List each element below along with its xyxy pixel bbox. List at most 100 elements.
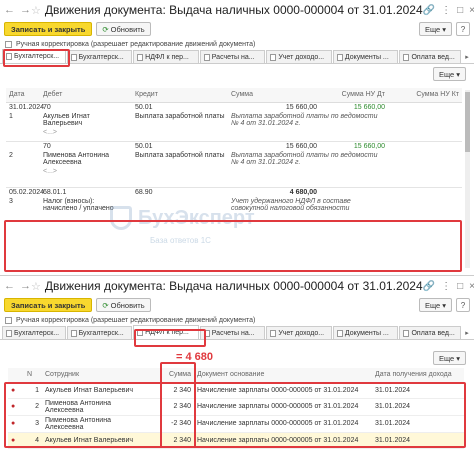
row-nu-kt [388, 101, 462, 112]
row-date: 31.01.2024 [6, 101, 44, 112]
tab-accounting-1[interactable]: Бухгалтерск... [2, 49, 66, 63]
toolbar: Записать и закрыть ⟳ Обновить Еще ▾ ? [0, 296, 474, 314]
tab-ndfl-transfer[interactable]: НДФЛ к пер... [133, 50, 199, 63]
empty-cell [388, 197, 462, 213]
col-sum-nu-kt[interactable]: Сумма НУ Кт [388, 88, 462, 103]
scrollbar-thumb[interactable] [465, 92, 470, 152]
tab-accounting-1[interactable]: Бухгалтерск... [2, 326, 66, 339]
row-debit: 70 [40, 141, 132, 151]
col-income-date[interactable]: Дата получения дохода [372, 368, 464, 383]
tab-documents[interactable]: Документы ... [332, 50, 399, 63]
col-marker [8, 368, 24, 383]
empty-cell [388, 151, 462, 167]
row-debit-sub: Пименова Антонина Алексеевна [43, 152, 109, 166]
row-nu-dt: 15 660,00 [320, 101, 388, 112]
col-credit[interactable]: Кредит [132, 88, 228, 103]
refresh-button[interactable]: ⟳ Обновить [96, 298, 151, 312]
tab-label: Учет доходо... [278, 329, 325, 337]
col-date[interactable]: Дата [6, 88, 40, 103]
forward-arrow-icon[interactable]: → [20, 4, 31, 16]
link-icon[interactable]: 🔗 [423, 281, 435, 292]
window-title: Движения документа: Выдача наличных 0000… [44, 3, 423, 17]
table-row[interactable]: ● 2 Пименова Антонина Алексеевна 2 340 Н… [8, 398, 464, 416]
favorite-star-icon[interactable]: ☆ [31, 280, 41, 293]
col-debit[interactable]: Дебет [40, 88, 132, 103]
tabs-scroll-icon[interactable]: ▸ [462, 326, 472, 339]
back-arrow-icon[interactable]: ← [4, 4, 15, 16]
sum-annotation: = 4 680 [176, 351, 214, 363]
window-controls: 🔗 ⋮ □ × [423, 281, 474, 292]
row-sum: 2 340 [154, 432, 194, 449]
table-row[interactable]: ● 4 Акульев Игнат Валерьевич 2 340 Начис… [8, 432, 464, 449]
tab-ndfl-transfer[interactable]: НДФЛ к пер... [133, 325, 199, 339]
refresh-button[interactable]: ⟳ Обновить [96, 22, 151, 36]
maximize-icon[interactable]: □ [457, 5, 463, 16]
manual-correction-label: Ручная корректировка (разрешает редактир… [16, 40, 256, 48]
tabs-scroll-icon[interactable]: ▸ [462, 50, 472, 63]
tab-payment-statement[interactable]: Оплата вед... [399, 326, 462, 339]
col-sum[interactable]: Сумма [154, 368, 194, 383]
table-scrollbar[interactable] [465, 90, 470, 268]
save-and-close-button[interactable]: Записать и закрыть [4, 22, 93, 36]
close-icon[interactable]: × [469, 5, 474, 16]
forward-arrow-icon[interactable]: → [20, 280, 31, 292]
manual-correction-checkbox[interactable] [5, 40, 12, 48]
tab-documents[interactable]: Документы ... [332, 326, 399, 339]
chevron-down-icon: ▾ [456, 353, 460, 363]
col-employee[interactable]: Сотрудник [42, 368, 154, 383]
row-nu-kt [388, 141, 462, 151]
row-employee: Пименова Антонина Алексеевна [42, 398, 154, 416]
table-row[interactable]: 05.02.2024 68.01.1 68.90 4 680,00 [6, 186, 462, 197]
tab-label: Оплата вед... [411, 329, 455, 337]
row-credit-sub: Выплата заработной платы [135, 112, 225, 120]
table-more-button[interactable]: Еще ▾ [432, 67, 466, 81]
menu-dots-icon[interactable]: ⋮ [441, 281, 451, 292]
col-n[interactable]: N [24, 368, 42, 383]
close-icon[interactable]: × [469, 281, 474, 292]
tab-income-accounting[interactable]: Учет доходо... [266, 326, 332, 339]
ndfl-transfer-table: N Сотрудник Сумма Документ основание Дат… [8, 368, 464, 449]
more-button[interactable]: Еще ▾ [418, 22, 452, 36]
help-button[interactable]: ? [456, 22, 470, 36]
tab-income-accounting[interactable]: Учет доходо... [266, 50, 332, 63]
row-income-date: 31.01.2024 [372, 432, 464, 449]
help-button[interactable]: ? [456, 298, 470, 312]
col-sum-nu-dt[interactable]: Сумма НУ Дт [320, 88, 388, 103]
tab-label: Расчеты на... [211, 53, 255, 61]
more-button[interactable]: Еще ▾ [418, 298, 452, 312]
tab-accounting-2[interactable]: Бухгалтерск... [66, 326, 133, 339]
row-active-dot-icon: ● [8, 415, 24, 433]
table-row[interactable]: ● 1 Акульев Игнат Валерьевич 2 340 Начис… [8, 382, 464, 399]
tab-settlements[interactable]: Расчеты на... [199, 326, 266, 339]
tab-label: Учет доходо... [278, 53, 325, 61]
table-more-button[interactable]: Еще ▾ [432, 351, 466, 365]
row-sum: 2 340 [154, 382, 194, 399]
maximize-icon[interactable]: □ [457, 281, 463, 292]
link-icon[interactable]: 🔗 [423, 5, 435, 16]
table-row[interactable]: 70 50.01 15 660,00 15 660,00 [6, 141, 462, 151]
manual-correction-checkbox[interactable] [5, 316, 12, 324]
table-header: Дата Дебет Кредит Сумма Сумма НУ Дт Сумм… [6, 88, 462, 103]
nav-arrows: ← → [4, 4, 31, 16]
menu-dots-icon[interactable]: ⋮ [441, 5, 451, 16]
table-row[interactable]: 31.01.2024 70 50.01 15 660,00 15 660,00 [6, 101, 462, 112]
row-number: 1 [9, 112, 13, 120]
empty-cell [388, 112, 462, 128]
col-sum[interactable]: Сумма [228, 88, 320, 103]
save-and-close-button[interactable]: Записать и закрыть [4, 298, 93, 312]
tab-accounting-2[interactable]: Бухгалтерск... [66, 50, 133, 63]
refresh-icon: ⟳ [102, 300, 109, 310]
back-arrow-icon[interactable]: ← [4, 280, 15, 292]
row-active-dot-icon: ● [8, 382, 24, 399]
register-icon [270, 329, 277, 337]
col-basis-document[interactable]: Документ основание [194, 368, 372, 383]
row-basis-document: Начисление зарплаты 0000-000005 от 31.01… [194, 415, 372, 433]
row-active-dot-icon: ● [8, 432, 24, 449]
register-icon [403, 53, 410, 61]
table-row[interactable]: ● 3 Пименова Антонина Алексеевна -2 340 … [8, 415, 464, 433]
tab-label: НДФЛ к пер... [145, 329, 189, 336]
tab-payment-statement[interactable]: Оплата вед... [399, 50, 462, 63]
tab-settlements[interactable]: Расчеты на... [199, 50, 266, 63]
toolbar: Записать и закрыть ⟳ Обновить Еще ▾ ? [0, 20, 474, 38]
favorite-star-icon[interactable]: ☆ [31, 4, 41, 17]
